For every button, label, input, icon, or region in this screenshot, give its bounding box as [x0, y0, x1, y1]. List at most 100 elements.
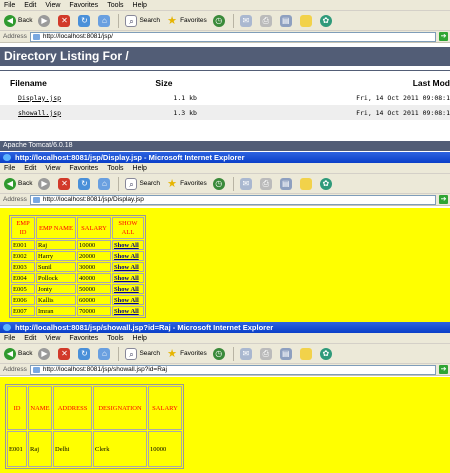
- show-all-link[interactable]: Show All: [114, 308, 139, 315]
- column-header-address: ADDRESS: [53, 386, 92, 430]
- toolbar: ◀ Back ▶ ✕ ↻ ⌂ ⌕ Search ★ Favorites ◷ ✉ ⎙ ▤…: [0, 174, 450, 194]
- show-all-link[interactable]: Show All: [114, 253, 139, 260]
- menu-view[interactable]: View: [45, 2, 60, 9]
- back-button[interactable]: ◀ Back: [4, 177, 32, 190]
- refresh-button[interactable]: ↻: [78, 347, 92, 360]
- messenger-button[interactable]: ✿: [319, 347, 334, 360]
- go-button[interactable]: ➔: [439, 32, 448, 41]
- messenger-button[interactable]: ✿: [319, 14, 334, 27]
- history-button[interactable]: ◷: [212, 177, 227, 190]
- print-button[interactable]: ⎙: [259, 14, 274, 27]
- emp-name: Raj: [28, 431, 52, 467]
- menu-file[interactable]: File: [4, 2, 15, 9]
- address-label: Address: [3, 33, 27, 40]
- menu-help[interactable]: Help: [133, 2, 147, 9]
- menu-tools[interactable]: Tools: [107, 335, 123, 342]
- column-header-show-all: SHOW ALL: [112, 217, 144, 239]
- show-all-link[interactable]: Show All: [114, 264, 139, 271]
- address-input[interactable]: http://localhost:8081/jsp/showall.jsp?id…: [29, 364, 436, 375]
- history-button[interactable]: ◷: [212, 347, 227, 360]
- menu-help[interactable]: Help: [133, 335, 147, 342]
- home-button[interactable]: ⌂: [98, 347, 112, 360]
- address-input[interactable]: http://localhost:8081/jsp/: [29, 31, 436, 42]
- menu-tools[interactable]: Tools: [107, 165, 123, 172]
- menu-edit[interactable]: Edit: [24, 335, 36, 342]
- folder-button[interactable]: [299, 177, 314, 190]
- menu-tools[interactable]: Tools: [107, 2, 123, 9]
- show-all-link[interactable]: Show All: [114, 242, 139, 249]
- stop-button[interactable]: ✕: [58, 177, 72, 190]
- page-content: EMP ID EMP NAME SALARY SHOW ALL E001 Raj 1…: [0, 208, 450, 322]
- refresh-button[interactable]: ↻: [78, 177, 92, 190]
- search-button[interactable]: ⌕ Search: [125, 347, 160, 360]
- stop-button[interactable]: ✕: [58, 14, 72, 27]
- show-all-link[interactable]: Show All: [114, 297, 139, 304]
- menu-bar: File Edit View Favorites Tools Help: [0, 333, 450, 344]
- table-row: E003 Sunil 30000 Show All: [11, 262, 144, 272]
- column-header-size: Size: [155, 77, 173, 88]
- toolbar-divider: [232, 13, 234, 28]
- home-button[interactable]: ⌂: [98, 14, 112, 27]
- divider: [0, 70, 450, 71]
- menu-view[interactable]: View: [45, 165, 60, 172]
- print-button[interactable]: ⎙: [259, 347, 274, 360]
- forward-button[interactable]: ▶: [38, 14, 52, 27]
- show-all-link[interactable]: Show All: [114, 286, 139, 293]
- emp-name: Kallis: [36, 295, 76, 305]
- folder-button[interactable]: [299, 347, 314, 360]
- favorites-button[interactable]: ★ Favorites: [166, 348, 207, 360]
- emp-id: E007: [11, 306, 35, 316]
- go-button[interactable]: ➔: [439, 365, 448, 374]
- menu-file[interactable]: File: [4, 335, 15, 342]
- mail-button[interactable]: ✉: [239, 347, 254, 360]
- file-link[interactable]: showall.jsp: [0, 105, 156, 120]
- address-label: Address: [3, 196, 27, 203]
- emp-salary: 50000: [77, 284, 111, 294]
- employee-table: EMP ID EMP NAME SALARY SHOW ALL E001 Raj 1…: [9, 215, 146, 318]
- table-row: E001 Raj 10000 Show All: [11, 240, 144, 250]
- edit-button[interactable]: ▤: [279, 177, 294, 190]
- print-button[interactable]: ⎙: [259, 177, 274, 190]
- favorites-button[interactable]: ★ Favorites: [166, 15, 207, 27]
- emp-designation: Clerk: [93, 431, 147, 467]
- search-button[interactable]: ⌕ Search: [125, 14, 160, 27]
- edit-icon: ▤: [279, 14, 292, 27]
- mail-button[interactable]: ✉: [239, 14, 254, 27]
- menu-favorites[interactable]: Favorites: [69, 165, 98, 172]
- favorites-button[interactable]: ★ Favorites: [166, 178, 207, 190]
- edit-button[interactable]: ▤: [279, 14, 294, 27]
- refresh-button[interactable]: ↻: [78, 14, 92, 27]
- file-modified: Fri, 14 Oct 2011 09:08:1: [356, 93, 450, 102]
- menu-favorites[interactable]: Favorites: [69, 2, 98, 9]
- mail-button[interactable]: ✉: [239, 177, 254, 190]
- back-button[interactable]: ◀ Back: [4, 14, 32, 27]
- history-button[interactable]: ◷: [212, 14, 227, 27]
- edit-button[interactable]: ▤: [279, 347, 294, 360]
- toolbar-divider: [118, 346, 120, 361]
- edit-icon: ▤: [279, 177, 292, 190]
- stop-button[interactable]: ✕: [58, 347, 72, 360]
- search-button[interactable]: ⌕ Search: [125, 177, 160, 190]
- emp-id: E004: [11, 273, 35, 283]
- menu-edit[interactable]: Edit: [24, 165, 36, 172]
- menu-view[interactable]: View: [45, 335, 60, 342]
- show-all-link[interactable]: Show All: [114, 275, 139, 282]
- folder-button[interactable]: [299, 14, 314, 27]
- table-header-row: Filename Size Last Mod: [0, 75, 450, 90]
- print-icon: ⎙: [259, 14, 272, 27]
- back-button[interactable]: ◀ Back: [4, 347, 32, 360]
- refresh-icon: ↻: [78, 347, 91, 360]
- menu-favorites[interactable]: Favorites: [69, 335, 98, 342]
- home-button[interactable]: ⌂: [98, 177, 112, 190]
- emp-name: Harry: [36, 251, 76, 261]
- forward-button[interactable]: ▶: [38, 347, 52, 360]
- emp-address: Delhi: [53, 431, 92, 467]
- messenger-button[interactable]: ✿: [319, 177, 334, 190]
- address-input[interactable]: http://localhost:8081/jsp/Display.jsp: [29, 194, 436, 205]
- file-link[interactable]: Display.jsp: [0, 90, 155, 105]
- go-button[interactable]: ➔: [439, 195, 448, 204]
- menu-help[interactable]: Help: [133, 165, 147, 172]
- forward-button[interactable]: ▶: [38, 177, 52, 190]
- menu-file[interactable]: File: [4, 165, 15, 172]
- menu-edit[interactable]: Edit: [24, 2, 36, 9]
